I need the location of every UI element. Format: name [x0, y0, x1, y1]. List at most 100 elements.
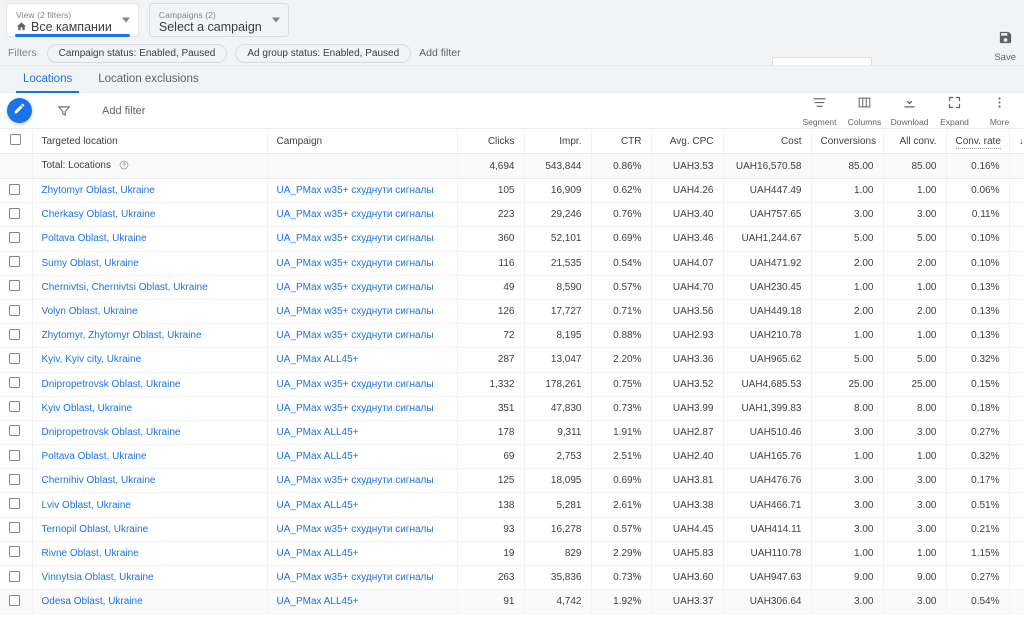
row-checkbox[interactable] — [9, 377, 20, 389]
select-all-header — [0, 128, 33, 154]
help-icon[interactable] — [119, 160, 129, 173]
filter-chip-campaign-status[interactable]: Campaign status: Enabled, Paused — [46, 43, 228, 63]
campaign-link[interactable]: UA_PMax w35+ схуднути сигналы — [277, 403, 434, 414]
campaign-link[interactable]: UA_PMax w35+ схуднути сигналы — [277, 475, 434, 486]
row-checkbox[interactable] — [9, 401, 20, 413]
location-link[interactable]: Zhytomyr Oblast, Ukraine — [42, 185, 155, 196]
col-clicks[interactable]: Clicks — [457, 128, 525, 154]
col-all-conv[interactable]: All conv. — [883, 128, 947, 154]
location-cell: Poltava Oblast, Ukraine — [32, 444, 268, 470]
col-conversions[interactable]: Conversions — [811, 128, 884, 154]
expand-button[interactable]: Expand — [932, 95, 977, 127]
col-targeted-location[interactable]: Targeted location — [32, 128, 268, 154]
campaign-selector[interactable]: Campaigns (2) Select a campaign — [148, 3, 289, 37]
download-button[interactable]: Download — [887, 95, 932, 127]
row-checkbox[interactable] — [9, 207, 20, 219]
expand-label: Expand — [940, 116, 969, 127]
save-button[interactable]: Save — [994, 30, 1016, 63]
segment-button[interactable]: Segment — [797, 95, 842, 127]
row-checkbox[interactable] — [9, 328, 20, 340]
location-link[interactable]: Cherkasy Oblast, Ukraine — [42, 209, 156, 220]
col-campaign[interactable]: Campaign — [267, 128, 458, 154]
cell-conv-rate: 0.13% — [946, 275, 1010, 300]
row-checkbox[interactable] — [9, 522, 20, 534]
select-all-checkbox[interactable] — [10, 134, 22, 145]
cell-cost: UAH947.63 — [723, 565, 812, 591]
row-checkbox[interactable] — [9, 546, 20, 558]
table-row: Sumy Oblast, Ukraine UA_PMax w35+ схуднут… — [0, 251, 1024, 276]
cell-cost-conv: UAH210.78 — [1009, 323, 1024, 349]
col-ctr[interactable]: CTR — [591, 128, 652, 154]
tab-location-exclusions[interactable]: Location exclusions — [85, 73, 211, 92]
location-link[interactable]: Sumy Oblast, Ukraine — [42, 258, 139, 269]
campaign-cell: UA_PMax w35+ схуднути сигналы — [267, 372, 458, 397]
location-link[interactable]: Rivne Oblast, Ukraine — [42, 548, 139, 559]
cell-avg-cpc: UAH3.60 — [651, 565, 724, 591]
location-link[interactable]: Poltava Oblast, Ukraine — [42, 233, 147, 244]
row-checkbox[interactable] — [9, 304, 20, 316]
cell-avg-cpc: UAH2.40 — [651, 444, 724, 470]
campaign-link[interactable]: UA_PMax ALL45+ — [277, 354, 359, 365]
location-link[interactable]: Volyn Oblast, Ukraine — [42, 306, 138, 317]
campaign-link[interactable]: UA_PMax w35+ схуднути сигналы — [277, 282, 434, 293]
row-checkbox[interactable] — [9, 594, 20, 606]
columns-button[interactable]: Columns — [842, 95, 887, 127]
row-checkbox[interactable] — [9, 352, 20, 364]
col-conv-rate[interactable]: Conv. rate — [946, 128, 1010, 154]
col-cost-conv[interactable]: ↓Cost / conv. — [1009, 128, 1024, 154]
tab-locations[interactable]: Locations — [10, 73, 85, 93]
location-link[interactable]: Poltava Oblast, Ukraine — [42, 451, 147, 462]
location-link[interactable]: Vinnytsia Oblast, Ukraine — [42, 572, 154, 583]
location-link[interactable]: Zhytomyr, Zhytomyr Oblast, Ukraine — [42, 330, 202, 341]
cell-ctr: 0.54% — [591, 251, 652, 276]
table-header-row: Targeted location Campaign Clicks Impr. … — [0, 128, 1024, 154]
campaign-link[interactable]: UA_PMax w35+ схуднути сигналы — [277, 209, 434, 220]
campaign-link[interactable]: UA_PMax ALL45+ — [277, 596, 359, 607]
row-checkbox[interactable] — [9, 425, 20, 437]
campaign-link[interactable]: UA_PMax w35+ схуднути сигналы — [277, 185, 434, 196]
cell-all-conv: 3.00 — [883, 468, 947, 494]
campaign-link[interactable]: UA_PMax w35+ схуднути сигналы — [277, 233, 434, 244]
campaign-link[interactable]: UA_PMax w35+ схуднути сигналы — [277, 524, 434, 535]
campaign-link[interactable]: UA_PMax ALL45+ — [277, 548, 359, 559]
location-link[interactable]: Dnipropetrovsk Oblast, Ukraine — [42, 379, 181, 390]
campaign-link[interactable]: UA_PMax w35+ схуднути сигналы — [277, 258, 434, 269]
campaign-link[interactable]: UA_PMax ALL45+ — [277, 451, 359, 462]
more-button[interactable]: More — [977, 95, 1022, 127]
location-link[interactable]: Ternopil Oblast, Ukraine — [42, 524, 149, 535]
row-checkbox[interactable] — [9, 570, 20, 582]
campaign-cell: UA_PMax ALL45+ — [267, 492, 458, 518]
location-link[interactable]: Kyiv Oblast, Ukraine — [42, 403, 133, 414]
col-avg-cpc[interactable]: Avg. CPC — [651, 128, 724, 154]
table-row: Poltava Oblast, Ukraine UA_PMax ALL45+ 69 2… — [0, 444, 1024, 470]
row-checkbox[interactable] — [9, 280, 20, 292]
funnel-icon[interactable] — [57, 104, 71, 118]
location-link[interactable]: Kyiv, Kyiv city, Ukraine — [42, 354, 142, 365]
campaign-link[interactable]: UA_PMax w35+ схуднути сигналы — [277, 306, 434, 317]
row-checkbox[interactable] — [9, 231, 20, 243]
row-checkbox[interactable] — [9, 183, 20, 195]
edit-pencil-button[interactable] — [7, 98, 32, 123]
location-link[interactable]: Chernivtsi, Chernivtsi Oblast, Ukraine — [42, 282, 208, 293]
filter-chip-adgroup-status[interactable]: Ad group status: Enabled, Paused — [235, 43, 412, 63]
row-checkbox[interactable] — [9, 449, 20, 461]
campaign-link[interactable]: UA_PMax w35+ схуднути сигналы — [277, 572, 434, 583]
col-impr[interactable]: Impr. — [524, 128, 592, 154]
row-checkbox[interactable] — [9, 473, 20, 485]
cell-impr: 829 — [524, 541, 592, 567]
location-link[interactable]: Dnipropetrovsk Oblast, Ukraine — [42, 427, 181, 438]
col-cost[interactable]: Cost — [723, 128, 812, 154]
view-selector[interactable]: View (2 filters) Все кампании — [6, 3, 139, 37]
campaign-link[interactable]: UA_PMax ALL45+ — [277, 427, 359, 438]
location-link[interactable]: Odesa Oblast, Ukraine — [42, 596, 143, 607]
location-link[interactable]: Lviv Oblast, Ukraine — [42, 500, 131, 511]
toolbar-add-filter[interactable]: Add filter — [102, 105, 145, 117]
campaign-link[interactable]: UA_PMax w35+ схуднути сигналы — [277, 379, 434, 390]
cell-all-conv: 1.00 — [883, 541, 947, 567]
campaign-link[interactable]: UA_PMax ALL45+ — [277, 500, 359, 511]
add-filter-link[interactable]: Add filter — [419, 47, 460, 59]
row-checkbox[interactable] — [9, 256, 20, 268]
row-checkbox[interactable] — [9, 498, 20, 510]
campaign-link[interactable]: UA_PMax w35+ схуднути сигналы — [277, 330, 434, 341]
location-link[interactable]: Chernihiv Oblast, Ukraine — [42, 475, 156, 486]
